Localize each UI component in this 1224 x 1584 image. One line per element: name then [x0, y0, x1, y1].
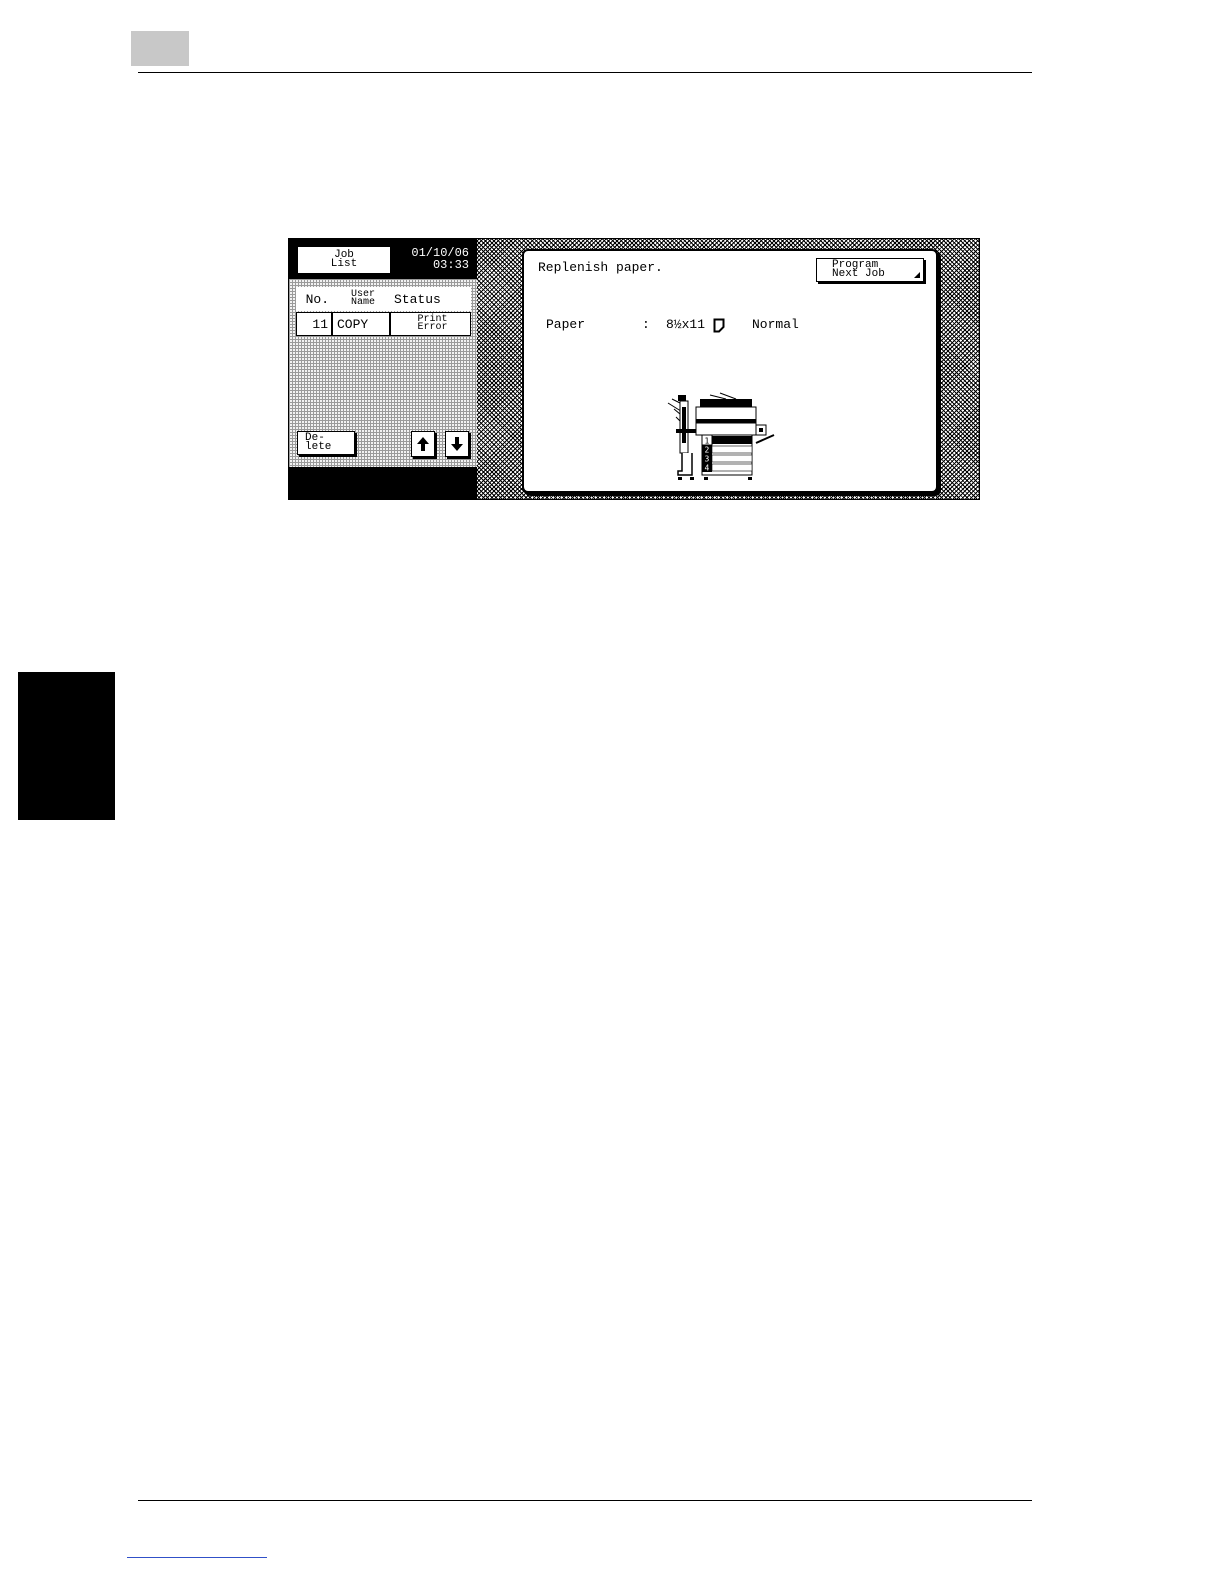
footer-link-underline	[127, 1557, 267, 1558]
tray-number-2: 2	[705, 446, 710, 455]
portrait-paper-icon	[713, 318, 725, 333]
job-list-button[interactable]: Job List	[297, 246, 391, 274]
corner-triangle-icon	[914, 272, 920, 278]
copier-machine-icon: 1 2 3 4	[667, 392, 775, 480]
tray-number-1: 1	[705, 437, 710, 446]
header-rule	[138, 72, 1032, 73]
page-tab	[131, 31, 189, 66]
message-text: Replenish paper.	[538, 260, 663, 275]
paper-label: Paper	[546, 317, 586, 332]
job-no: 11	[296, 312, 332, 336]
table-header: No. User Name Status	[296, 287, 477, 311]
job-status: Print Error	[390, 312, 471, 336]
arrow-up-icon	[417, 437, 429, 451]
time: 03:33	[432, 258, 469, 272]
paper-size: 8½x11	[666, 317, 706, 332]
header-user-line-2: Name	[350, 297, 375, 308]
tray-number-3: 3	[705, 455, 710, 464]
header-status: Status	[390, 287, 471, 311]
paper-type: Normal	[752, 317, 799, 332]
scroll-up-button[interactable]	[411, 431, 435, 457]
message-panel: Replenish paper. Program Next Job Paper …	[522, 249, 938, 493]
program-label-2: Next Job	[832, 268, 885, 280]
control-panel-screen: Job List 01/10/06 03:33 No. User Name St…	[288, 238, 980, 500]
date-time: 01/10/06 03:33	[411, 247, 469, 271]
chapter-side-tab	[18, 672, 115, 820]
program-next-job-button[interactable]: Program Next Job	[816, 258, 924, 282]
scroll-down-button[interactable]	[445, 431, 469, 457]
job-list-bottom-bar	[289, 467, 477, 499]
job-list-label-2: List	[330, 258, 358, 270]
job-list-panel: Job List 01/10/06 03:33 No. User Name St…	[289, 239, 477, 499]
job-status-line-2: Error	[417, 322, 448, 333]
delete-label-2: lete	[305, 441, 332, 453]
arrow-down-icon	[451, 437, 463, 451]
footer-rule	[138, 1500, 1032, 1501]
job-list-top-bar: Job List 01/10/06 03:33	[289, 239, 477, 279]
job-table: No. User Name Status 11 COPY Print Error	[296, 287, 477, 337]
header-user-name: User Name	[332, 287, 390, 311]
job-user: COPY	[332, 312, 390, 336]
table-row[interactable]: 11 COPY Print Error	[296, 312, 477, 336]
paper-separator: :	[642, 317, 650, 332]
header-no: No.	[296, 287, 332, 311]
delete-button[interactable]: De- lete	[297, 431, 355, 455]
tray-number-4: 4	[705, 464, 710, 473]
